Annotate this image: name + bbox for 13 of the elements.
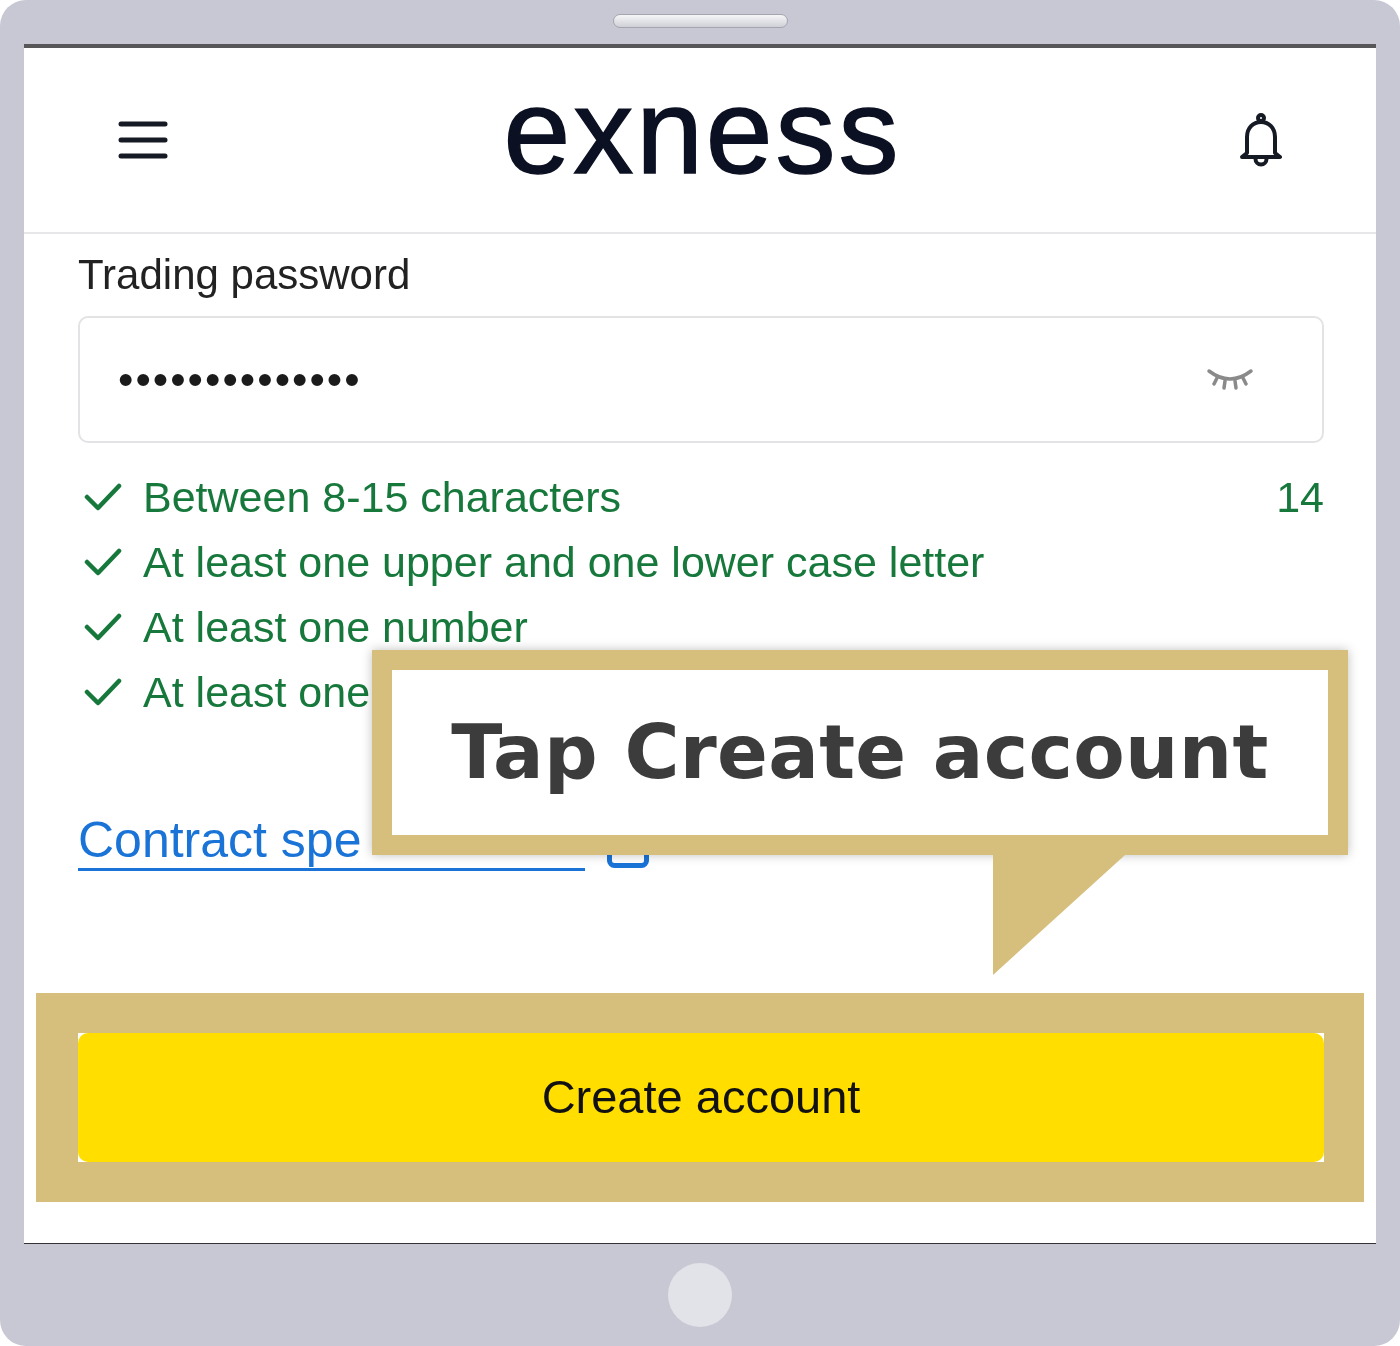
requirement-text: At least one upper and one lower case letter (143, 536, 985, 588)
eye-closed-icon[interactable] (1206, 367, 1254, 393)
character-counter: 14 (1276, 471, 1324, 523)
create-account-button[interactable]: Create account (78, 1033, 1324, 1162)
requirement-text: At least one (143, 666, 371, 718)
password-field[interactable]: •••••••••••••• (78, 316, 1324, 443)
tooltip-text: Tap Create account (451, 707, 1269, 799)
menu-icon[interactable] (118, 121, 168, 159)
requirement-text: Between 8-15 characters (143, 471, 622, 523)
field-label: Trading password (78, 250, 412, 300)
bell-icon[interactable] (1237, 113, 1285, 167)
brand-logo: exness (503, 71, 902, 200)
requirement-text: At least one number (143, 601, 528, 653)
